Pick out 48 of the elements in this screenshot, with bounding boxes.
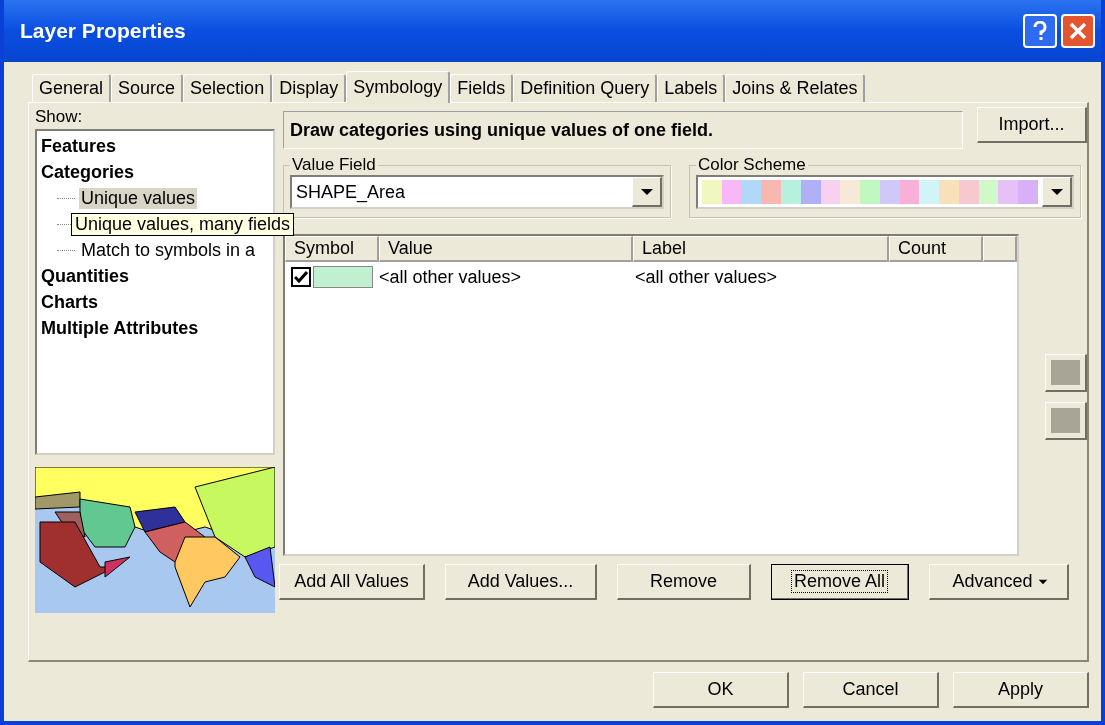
- tab[interactable]: Labels: [657, 74, 726, 102]
- tab[interactable]: Source: [111, 74, 184, 102]
- caret-icon: [1037, 578, 1048, 585]
- check-icon: [294, 271, 308, 283]
- square-button[interactable]: [1045, 402, 1087, 440]
- color-scheme-dropdown[interactable]: [696, 175, 1074, 209]
- table-cell-text: <all other values>: [634, 266, 779, 288]
- import-button[interactable]: Import...: [977, 107, 1087, 143]
- column-header[interactable]: Label: [633, 236, 889, 262]
- action-button[interactable]: Remove All: [771, 564, 909, 600]
- tab[interactable]: General: [32, 74, 112, 102]
- dropdown-button[interactable]: [1042, 177, 1072, 207]
- action-button[interactable]: Remove: [617, 564, 751, 600]
- tab[interactable]: Display: [272, 74, 347, 102]
- tab[interactable]: Definition Query: [513, 74, 658, 102]
- tree-item[interactable]: Unique values: [79, 187, 198, 209]
- square-icon: [1051, 360, 1080, 385]
- show-label: Show:: [35, 107, 84, 128]
- checkbox[interactable]: [291, 267, 311, 287]
- square-icon: [1051, 408, 1080, 433]
- tab[interactable]: Joins & Relates: [725, 74, 866, 102]
- help-icon: [1033, 21, 1047, 41]
- square-button[interactable]: [1045, 354, 1087, 392]
- tab[interactable]: Selection: [183, 74, 273, 102]
- window-title: Layer Properties: [20, 19, 187, 43]
- action-button[interactable]: Add All Values: [279, 564, 425, 600]
- tab[interactable]: Symbology: [346, 71, 451, 103]
- value-field-dropdown[interactable]: SHAPE_Area: [290, 175, 664, 209]
- help-button[interactable]: [1023, 14, 1057, 48]
- caret-icon: [1049, 187, 1064, 196]
- dialog-button[interactable]: Cancel: [803, 672, 939, 708]
- close-button[interactable]: [1061, 14, 1095, 48]
- close-icon: [1069, 22, 1087, 40]
- menu-button[interactable]: Advanced: [929, 564, 1069, 600]
- column-header[interactable]: Count: [889, 236, 983, 262]
- table-cell-text: <all other values>: [378, 266, 523, 288]
- tooltip: Unique values, many fields: [71, 212, 295, 236]
- group-label: Value Field: [291, 155, 377, 175]
- caret-icon: [639, 187, 654, 196]
- column-header[interactable]: Symbol: [285, 236, 379, 262]
- group-label: Color Scheme: [697, 155, 807, 175]
- action-button[interactable]: Add Values...: [445, 564, 597, 600]
- tab[interactable]: Fields: [450, 74, 514, 102]
- dropdown-button[interactable]: [632, 177, 662, 207]
- dialog-button[interactable]: OK: [653, 672, 789, 708]
- column-header[interactable]: Value: [379, 236, 633, 262]
- dialog-button[interactable]: Apply: [953, 672, 1089, 708]
- description-text: Draw categories using unique values of one field.: [283, 111, 963, 149]
